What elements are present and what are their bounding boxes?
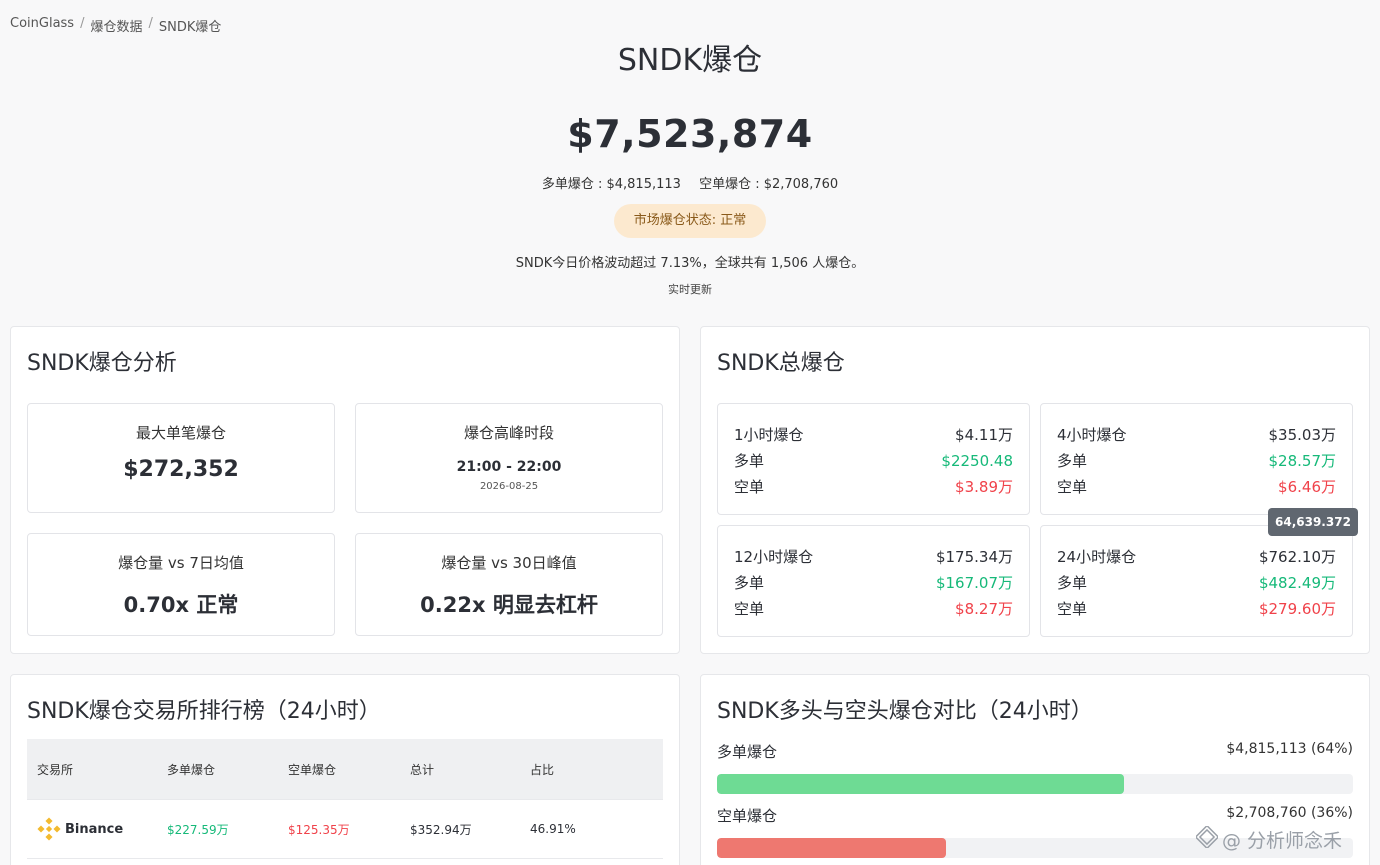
short-label: 空单 <box>734 478 765 496</box>
liquidation-analysis-panel: SNDK爆仓分析 最大单笔爆仓 $272,352 爆仓高峰时段 21:00 - … <box>10 326 680 654</box>
long-label: 多单 <box>1057 574 1088 592</box>
header-short[interactable]: 空单爆仓 <box>288 761 410 778</box>
period-label: 12小时爆仓 <box>734 548 814 566</box>
total-cell: $352.94万 <box>410 822 472 837</box>
live-update-label: 实时更新 <box>668 283 712 296</box>
long-bar-track <box>717 774 1353 794</box>
market-description: SNDK今日价格波动超过 7.13%，全球共有 1,506 人爆仓。 <box>515 256 865 271</box>
long-value: $167.07万 <box>935 574 1013 592</box>
short-bar-fill <box>717 838 946 858</box>
breadcrumb: CoinGlass / 爆仓数据 / SNDK爆仓 <box>10 16 221 35</box>
watermark-text: @ 分析师念禾 <box>1222 830 1343 852</box>
breadcrumb-current: SNDK爆仓 <box>158 20 222 35</box>
long-bar-row: 多单爆仓 $4,815,113 (64%) <box>717 741 1353 794</box>
total-liquidation: $7,523,874 <box>567 112 813 156</box>
market-status-badge: 市场爆仓状态: 正常 <box>613 204 767 238</box>
total-liquidation-panel: SNDK总爆仓 1小时爆仓 $4.11万 多单 $2250.48 空单 $3.89万 … <box>700 326 1370 654</box>
long-label: 多单 <box>734 574 765 592</box>
short-value: $3.89万 <box>955 478 1013 496</box>
max-single-liquidation-card: 最大单笔爆仓 $272,352 <box>27 403 335 513</box>
period-label: 4小时爆仓 <box>1057 426 1127 444</box>
peak-period-time: 21:00 - 22:00 <box>456 459 562 475</box>
table-row[interactable]: Binance $227.59万 $125.35万 $352.94万 46.91… <box>27 799 663 859</box>
short-bar-value: $2,708,760 (36%) <box>1226 805 1353 821</box>
header-exchange[interactable]: 交易所 <box>27 761 167 778</box>
long-bar-fill <box>717 774 1125 794</box>
share-cell: 46.91% <box>530 822 576 836</box>
short-cell: $125.35万 <box>288 822 350 837</box>
vs-30day-value: 0.22x 明显去杠杆 <box>420 593 598 617</box>
peak-period-date: 2026-08-25 <box>479 481 539 492</box>
exchange-name: Binance <box>65 821 124 837</box>
long-liquidation-summary: 多单爆仓 : $4,815,113 <box>541 177 681 192</box>
short-label: 空单 <box>1057 478 1088 496</box>
peak-period-card: 爆仓高峰时段 21:00 - 22:00 2026-08-25 <box>355 403 663 513</box>
header-share[interactable]: 占比 <box>530 761 663 778</box>
long-cell: $227.59万 <box>167 822 229 837</box>
period-total: $762.10万 <box>1258 548 1336 566</box>
ranking-title: SNDK爆仓交易所排行榜（24小时） <box>27 699 381 724</box>
vs-7day-label: 爆仓量 vs 7日均值 <box>118 554 244 572</box>
short-value: $6.46万 <box>1278 478 1336 496</box>
total-title: SNDK总爆仓 <box>717 351 845 376</box>
watermark-logo-icon <box>1194 824 1220 853</box>
period-label: 24小时爆仓 <box>1057 548 1137 566</box>
value-tooltip: 64,639.372 <box>1268 508 1358 536</box>
period-total: $4.11万 <box>955 426 1013 444</box>
breadcrumb-home[interactable]: CoinGlass <box>10 16 74 35</box>
long-short-summary: 多单爆仓 : $4,815,113 空单爆仓 : $2,708,760 <box>0 173 1380 192</box>
short-value: $8.27万 <box>955 600 1013 618</box>
vs-7day-card: 爆仓量 vs 7日均值 0.70x 正常 <box>27 533 335 636</box>
short-liquidation-summary: 空单爆仓 : $2,708,760 <box>699 177 839 192</box>
page-title: SNDK爆仓 <box>617 43 763 78</box>
peak-period-label: 爆仓高峰时段 <box>463 424 554 442</box>
analysis-title: SNDK爆仓分析 <box>27 351 177 376</box>
hero-section: SNDK爆仓 $7,523,874 多单爆仓 : $4,815,113 空单爆仓… <box>0 40 1380 297</box>
short-label: 空单 <box>1057 600 1088 618</box>
exchange-ranking-panel: SNDK爆仓交易所排行榜（24小时） 交易所 多单爆仓 空单爆仓 总计 占比 B… <box>10 674 680 865</box>
vs-7day-value: 0.70x 正常 <box>123 593 239 617</box>
liquidation-1h-card: 1小时爆仓 $4.11万 多单 $2250.48 空单 $3.89万 <box>717 403 1030 515</box>
max-single-label: 最大单笔爆仓 <box>135 424 226 442</box>
period-total: $35.03万 <box>1268 426 1337 444</box>
exchange-cell[interactable]: Binance <box>27 817 167 841</box>
watermark: @ 分析师念禾 <box>1194 824 1343 853</box>
liquidation-4h-card: 4小时爆仓 $35.03万 多单 $28.57万 空单 $6.46万 <box>1040 403 1353 515</box>
short-bar-label: 空单爆仓 <box>717 807 778 825</box>
ranking-table-header: 交易所 多单爆仓 空单爆仓 总计 占比 <box>27 739 663 799</box>
binance-logo-icon <box>37 817 61 841</box>
liquidation-24h-card: 24小时爆仓 $762.10万 多单 $482.49万 空单 $279.60万 <box>1040 525 1353 637</box>
short-value: $279.60万 <box>1258 600 1336 618</box>
liquidation-12h-card: 12小时爆仓 $175.34万 多单 $167.07万 空单 $8.27万 <box>717 525 1030 637</box>
breadcrumb-liquidation[interactable]: 爆仓数据 <box>90 16 142 35</box>
vs-30day-label: 爆仓量 vs 30日峰值 <box>441 554 577 572</box>
long-value: $28.57万 <box>1268 452 1337 470</box>
long-label: 多单 <box>734 452 765 470</box>
header-total[interactable]: 总计 <box>410 761 530 778</box>
period-label: 1小时爆仓 <box>734 426 804 444</box>
period-total: $175.34万 <box>935 548 1013 566</box>
long-bar-label: 多单爆仓 <box>717 743 778 761</box>
breadcrumb-separator: / <box>80 16 85 31</box>
short-label: 空单 <box>734 600 765 618</box>
vs-30day-card: 爆仓量 vs 30日峰值 0.22x 明显去杠杆 <box>355 533 663 636</box>
long-value: $482.49万 <box>1258 574 1336 592</box>
breadcrumb-separator: / <box>148 16 153 31</box>
long-bar-value: $4,815,113 (64%) <box>1226 741 1353 757</box>
header-long[interactable]: 多单爆仓 <box>167 761 288 778</box>
compare-title: SNDK多头与空头爆仓对比（24小时） <box>717 699 1093 724</box>
long-label: 多单 <box>1057 452 1088 470</box>
max-single-value: $272,352 <box>123 457 239 482</box>
long-value: $2250.48 <box>941 452 1013 470</box>
